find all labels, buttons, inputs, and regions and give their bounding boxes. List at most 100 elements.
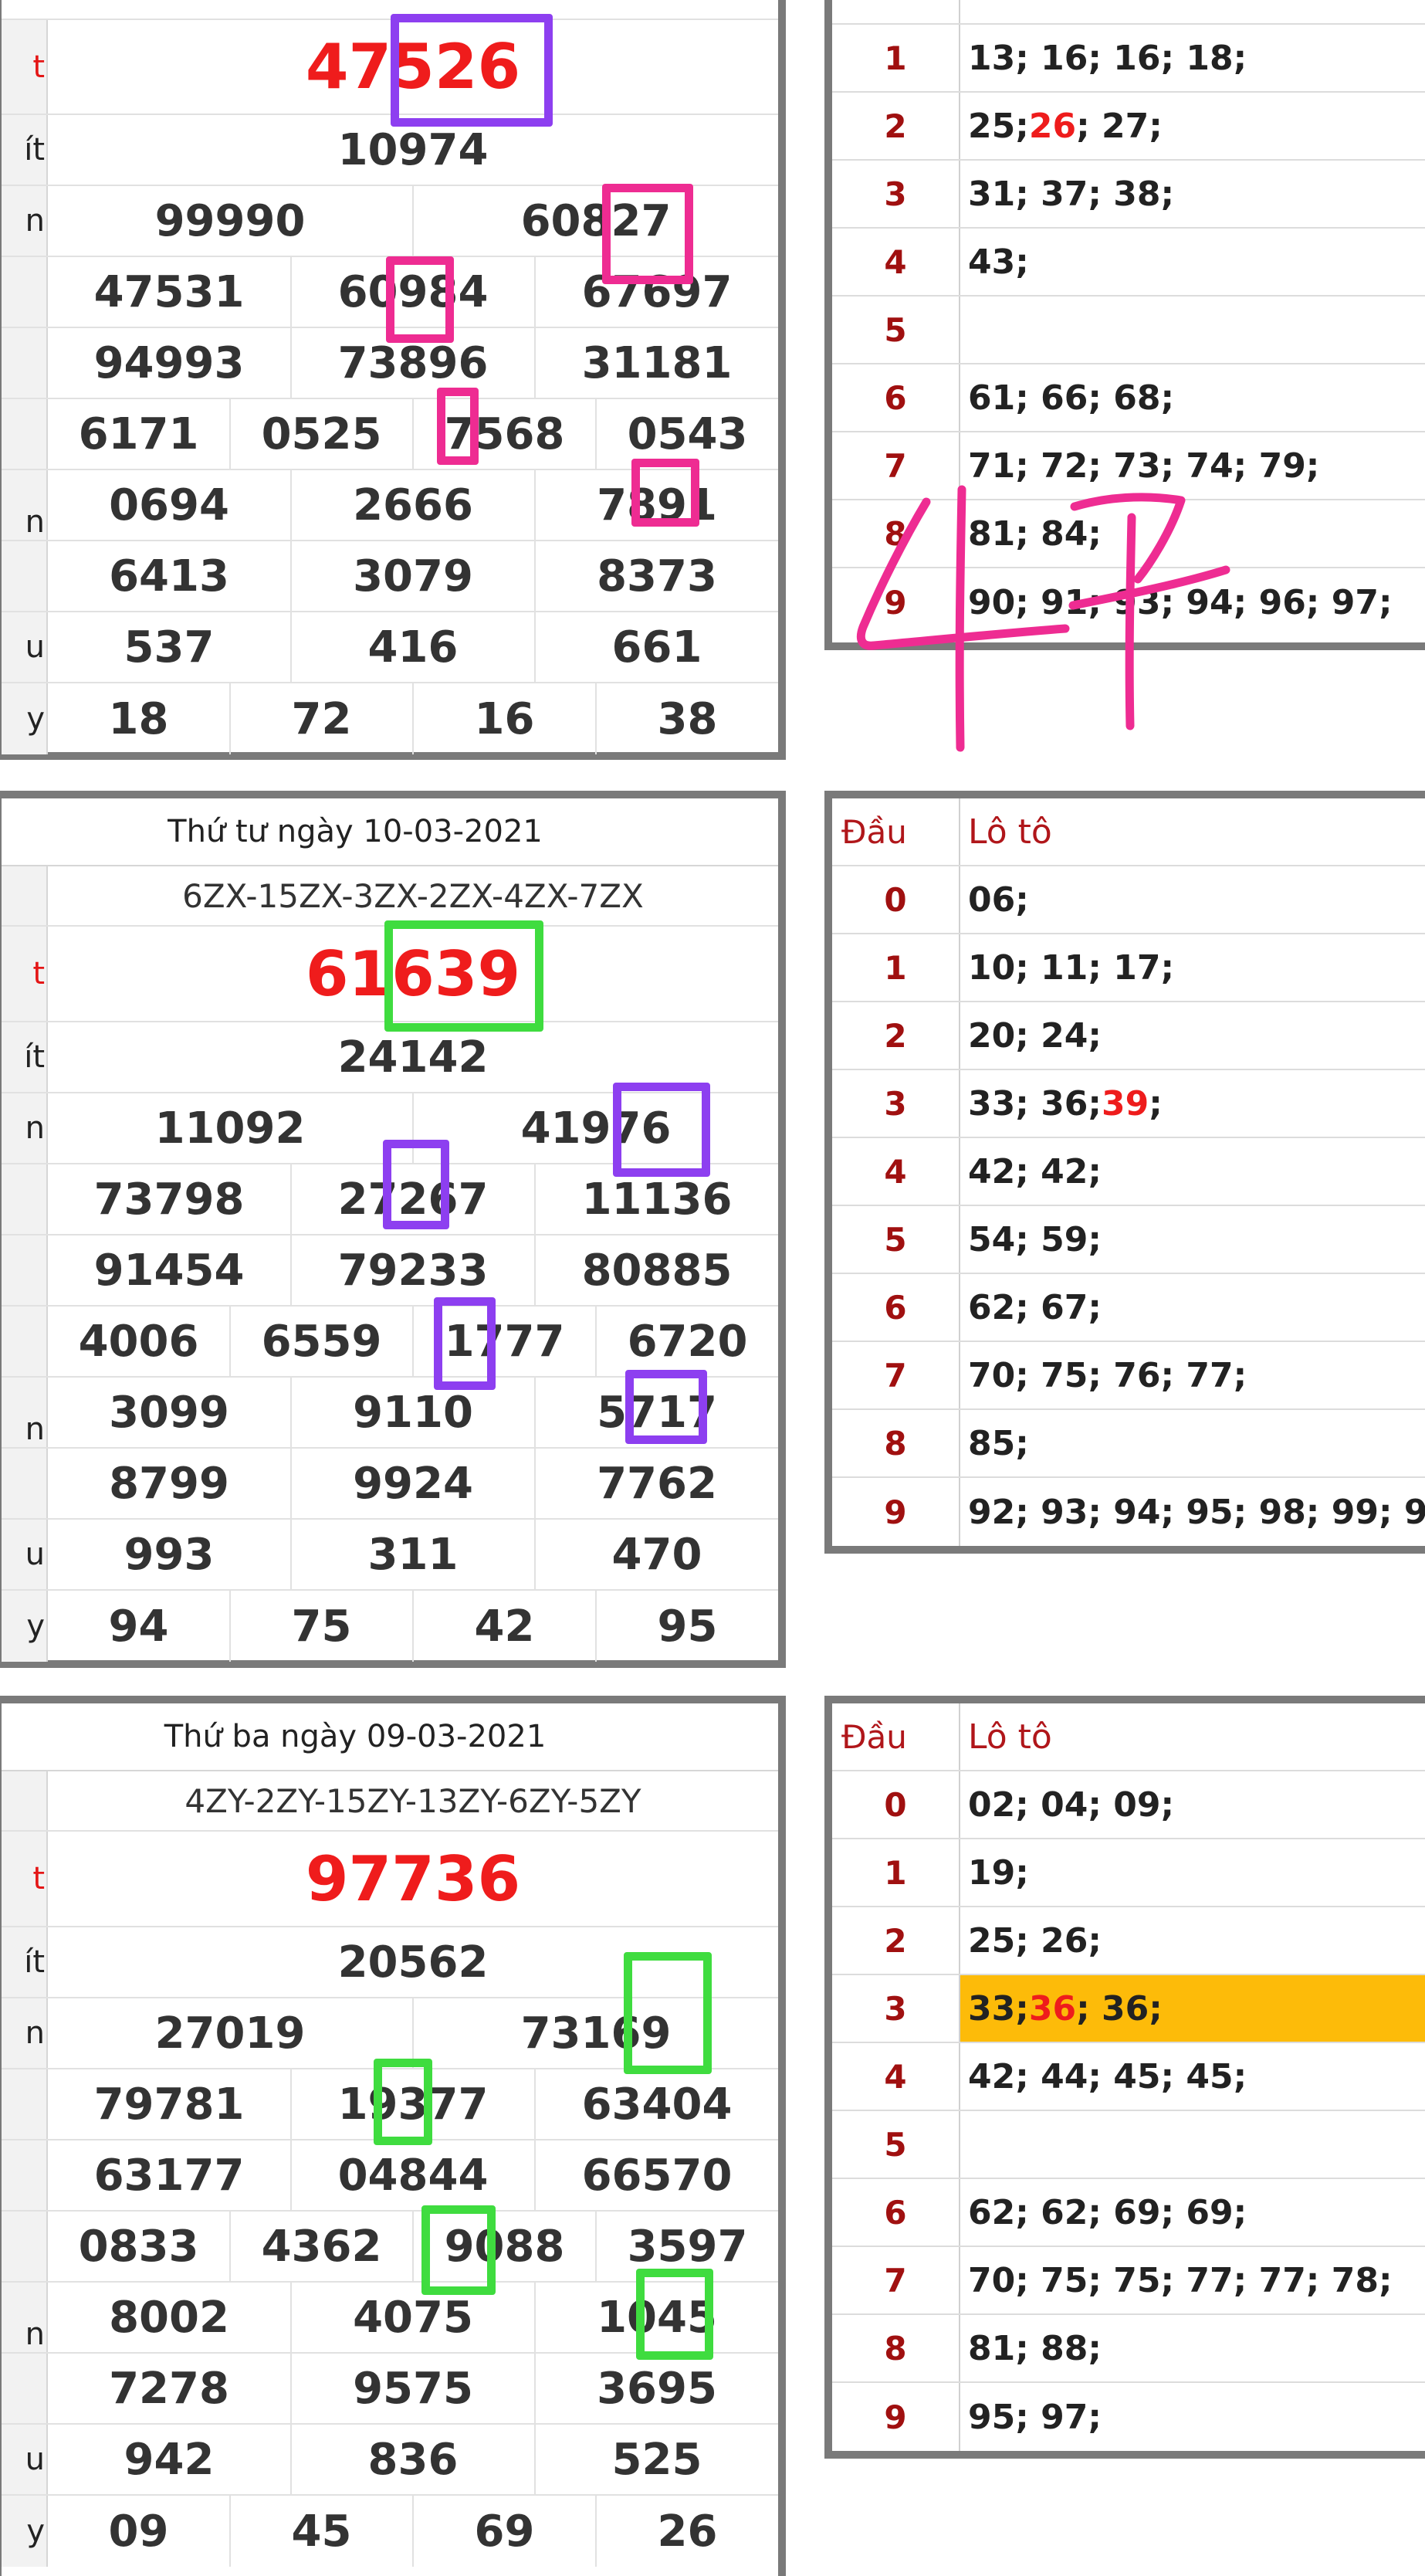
prize-label-g2: n [2,1998,48,2068]
row-prize-5b: 7278 9575 3695 [2,2354,778,2425]
prize-2-value: 60827 [520,195,672,246]
prize-6-value: 537 [48,612,292,682]
prize-5-value: 8373 [597,551,717,602]
prize-5-value: 3695 [597,2363,717,2414]
prize-2-value: 27019 [48,1998,414,2068]
loto-dau: 5 [832,2111,960,2178]
loto-row: 3 33; 36; 39; [832,1070,1425,1138]
loto-values: 81; 88; [968,2328,1102,2368]
loto-dau: 3 [832,1975,960,2042]
prize-7-value: 69 [414,2496,597,2567]
row-prize-6: u 537 416 661 [2,612,778,683]
prize-6-value: 311 [292,1520,536,1589]
prize-5-value: 7762 [597,1458,717,1509]
loto-row: 8 81; 88; [832,2315,1425,2383]
loto-row: 7 70; 75; 75; 77; 77; 78; [832,2247,1425,2315]
prize-5-value: 0694 [48,470,292,540]
prize-label-codes [2,866,48,925]
loto-row: 1 13; 16; 16; 18; [832,25,1425,93]
loto-dau: 7 [832,1342,960,1408]
prize-2-value: 11092 [48,1093,414,1163]
prize-5-value: 4075 [292,2283,536,2352]
prize-3-value: 94993 [48,328,292,398]
prize-6-value: 470 [611,1529,702,1580]
loto-dau: 4 [832,1138,960,1205]
loto-values: 25; 26; 27; [960,93,1425,159]
prize-7-value: 26 [657,2506,718,2557]
loto-row: 3 33; 36; 36; [832,1975,1425,2043]
prize-label-g5 [2,2354,48,2423]
prize-5-value: 8002 [48,2283,292,2352]
loto-dau: 2 [832,1907,960,1974]
loto-row: 0 06; [832,866,1425,934]
loto-values: 61; 66; 68; [968,378,1175,418]
loto-values: 54; 59; [968,1219,1102,1259]
draw-date-text: Thứ tư ngày 10-03-2021 [168,814,543,849]
loto-row: 4 43; [832,229,1425,297]
pink-highlight-box [437,388,479,465]
pink-highlight-box [631,459,699,527]
loto-values [960,297,1425,363]
prize-7-value: 95 [657,1601,718,1652]
row-prize-7: y 09 45 69 26 [2,2496,778,2567]
purple-highlight-box [613,1083,710,1177]
prize-6-value: 416 [292,612,536,682]
loto-row: 6 61; 66; 68; [832,364,1425,432]
prize-label-g1: ít [2,1927,48,1997]
prize-label-g4 [2,399,48,469]
loto-row: 2 25; 26; 27; [832,93,1425,161]
loto-row: 3 31; 37; 38; [832,161,1425,229]
loto-values: 20; 24; [968,1015,1102,1056]
prize-4-value: 0833 [48,2212,231,2281]
handwritten-annotation [856,485,1230,752]
loto-row: 9 95; 97; [832,2383,1425,2451]
loto-dau: 6 [832,1274,960,1341]
row-special-prize: t 47526 [2,20,778,115]
prize-2-value: 41976 [520,1103,672,1154]
loto-row: 1 19; [832,1839,1425,1907]
loto-values: 42; 44; 45; 45; [968,2056,1247,2096]
loto-dau: 6 [832,2179,960,2246]
loto-values [960,2111,1425,2178]
prize-5-value: 9110 [292,1378,536,1447]
loto-row: 4 42; 44; 45; 45; [832,2043,1425,2111]
row-special-prize: t 97736 [2,1832,778,1927]
prize-4-value: 4362 [231,2212,414,2281]
prize-7-value: 94 [48,1591,231,1662]
loto-row: 1 10; 11; 17; [832,934,1425,1002]
loto-values-highlighted: 33; 36; 36; [960,1975,1425,2042]
loto-dau [832,0,960,23]
loto-header-loto: Lô tô [968,1717,1052,1757]
prize-7-value: 75 [231,1591,414,1662]
prize-7-value: 42 [414,1591,597,1662]
loto-dau: 8 [832,2315,960,2381]
prize-5-value: 2666 [292,470,536,540]
loto-row: 8 85; [832,1410,1425,1478]
loto-row: 4 42; 42; [832,1138,1425,1206]
prize-label-g3 [2,328,48,398]
prize-label-g3 [2,2140,48,2210]
prize-6-value: 525 [611,2434,702,2485]
prize-2-value: 73169 [520,2008,672,2059]
prize-3-value: 73798 [48,1164,292,1234]
prize-label-g6: u [2,612,48,682]
prize-label-g1: ít [2,115,48,185]
row-codes: 6ZX-15ZX-3ZX-2ZX-4ZX-7ZX [2,866,778,927]
loto-values: 85; [968,1423,1029,1463]
loto-values: 42; 42; [968,1151,1102,1191]
prize-7-value: 72 [231,683,414,754]
green-highlight-box [421,2205,496,2295]
loto-dau: 1 [832,1839,960,1906]
handwriting-stroke-4-vertical [955,485,966,752]
prize-label-g6: u [2,2425,48,2494]
loto-row: 6 62; 62; 69; 69; [832,2179,1425,2247]
prize-5-value: 3099 [48,1378,292,1447]
green-highlight-box [624,1952,712,2074]
loto-row: 2 20; 24; [832,1002,1425,1070]
loto-dau: 0 [832,866,960,933]
prize-7-value: 38 [657,693,718,744]
loto-row: 7 70; 75; 76; 77; [832,1342,1425,1410]
loto-value-matched: 39 [1101,1083,1149,1124]
purple-highlight-box [383,1140,449,1229]
prize-label-g3 [2,2069,48,2139]
